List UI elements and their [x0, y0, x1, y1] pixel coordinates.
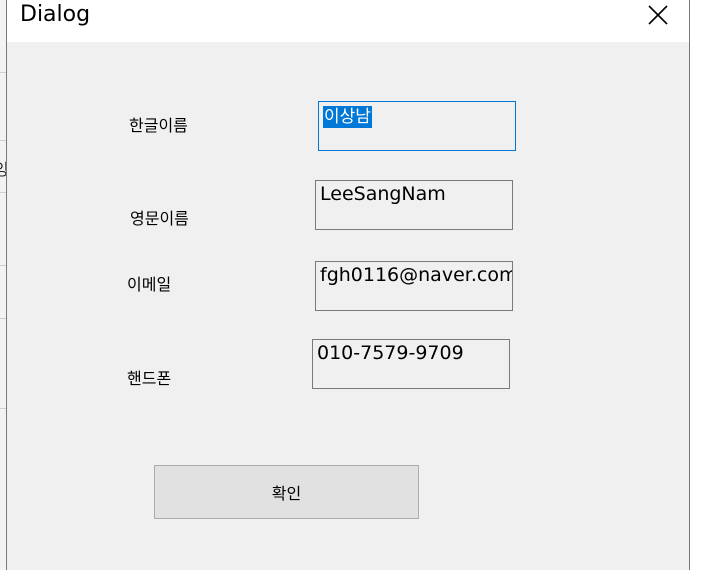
email-label: 이메일	[127, 275, 172, 294]
ok-button[interactable]: 확인	[154, 465, 419, 519]
close-icon	[648, 5, 668, 25]
window-title: Dialog	[20, 2, 91, 27]
phone-field[interactable]: 010-7579-9709	[312, 339, 510, 389]
phone-value: 010-7579-9709	[317, 342, 464, 364]
english-name-label: 영문이름	[130, 209, 189, 228]
phone-label: 핸드폰	[127, 369, 172, 388]
korean-name-field[interactable]: 이상남	[318, 101, 516, 151]
ok-button-label: 확인	[271, 484, 302, 503]
email-value: fgh0116@naver.com	[320, 264, 513, 286]
close-button[interactable]	[635, 0, 681, 32]
korean-name-label: 한글이름	[129, 116, 188, 135]
dialog-window: Dialog 한글이름 이상남 영문이름 LeeSangNam 이메일 fgh0…	[6, 0, 690, 570]
screen: 잉 Dialog 한글이름 이상남 영문이름 LeeSangNam 이메일 fg…	[0, 0, 702, 570]
english-name-value: LeeSangNam	[320, 183, 446, 205]
email-field[interactable]: fgh0116@naver.com	[315, 261, 513, 311]
korean-name-value: 이상남	[323, 106, 372, 128]
english-name-field[interactable]: LeeSangNam	[315, 180, 513, 230]
title-bar[interactable]: Dialog	[7, 0, 689, 42]
